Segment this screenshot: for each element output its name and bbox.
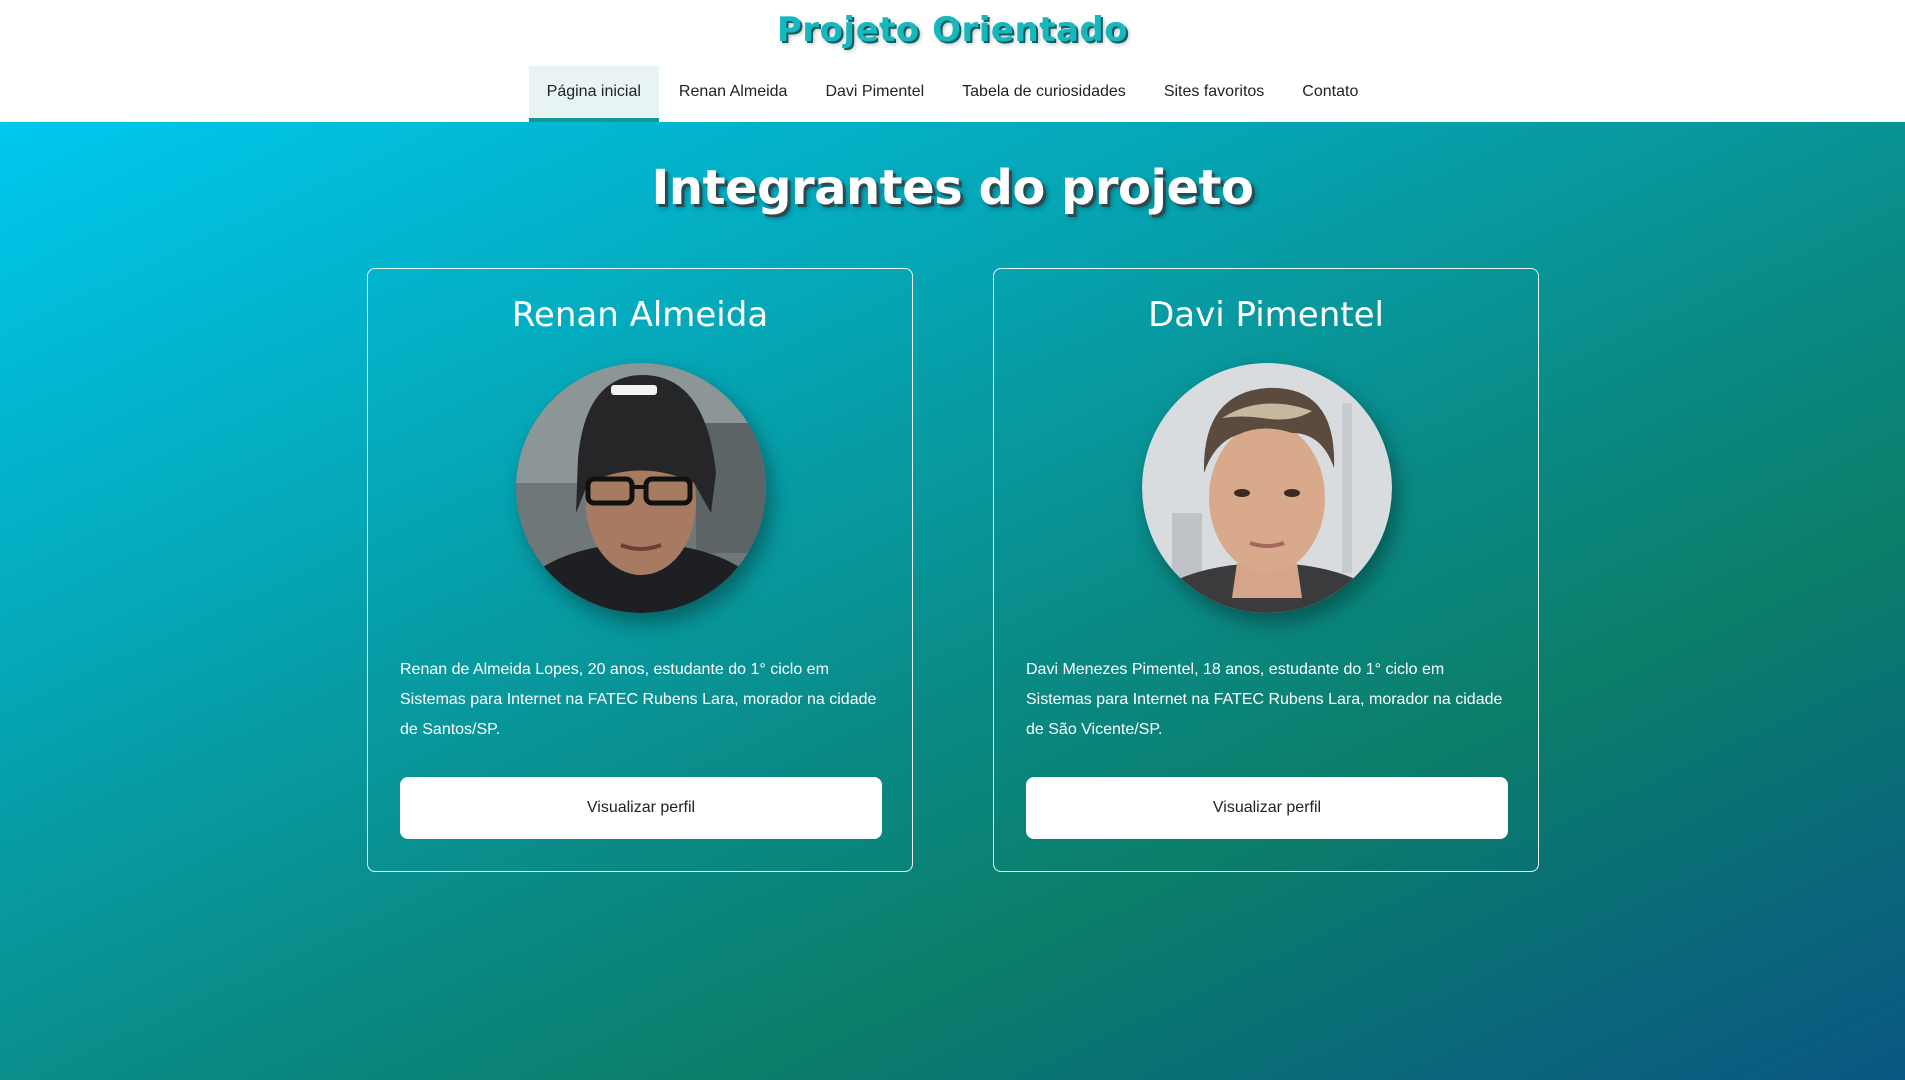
view-profile-button[interactable]: Visualizar perfil: [400, 777, 882, 839]
portrait-photo-icon: [516, 363, 766, 613]
avatar: [1142, 363, 1392, 613]
site-title[interactable]: Projeto Orientado: [0, 10, 1905, 50]
nav-item-renan-almeida[interactable]: Renan Almeida: [661, 66, 806, 122]
member-name: Renan Almeida: [511, 295, 769, 335]
nav-item-tabela-de-curiosidades[interactable]: Tabela de curiosidades: [944, 66, 1144, 122]
member-card-renan: Renan Almeida Renan de Almeida Lopes, 20…: [367, 268, 913, 872]
member-card-davi: Davi Pimentel Davi Menezes Pimentel, 18 …: [993, 268, 1539, 872]
top-header: Projeto Orientado Página inicial Renan A…: [0, 0, 1905, 122]
member-description: Davi Menezes Pimentel, 18 anos, estudant…: [1026, 661, 1503, 738]
member-name: Davi Pimentel: [1148, 295, 1384, 335]
hero-section: Integrantes do projeto Renan Almeida Ren…: [0, 122, 1905, 1080]
section-heading: Integrantes do projeto: [651, 160, 1254, 216]
member-description: Renan de Almeida Lopes, 20 anos, estudan…: [400, 661, 877, 738]
avatar: [516, 363, 766, 613]
main-nav: Página inicial Renan Almeida Davi Piment…: [0, 66, 1905, 122]
portrait-photo-icon: [1142, 363, 1392, 613]
view-profile-button[interactable]: Visualizar perfil: [1026, 777, 1508, 839]
nav-item-sites-favoritos[interactable]: Sites favoritos: [1146, 66, 1282, 122]
nav-item-contato[interactable]: Contato: [1284, 66, 1376, 122]
nav-item-davi-pimentel[interactable]: Davi Pimentel: [807, 66, 942, 122]
nav-item-pagina-inicial[interactable]: Página inicial: [528, 66, 659, 122]
